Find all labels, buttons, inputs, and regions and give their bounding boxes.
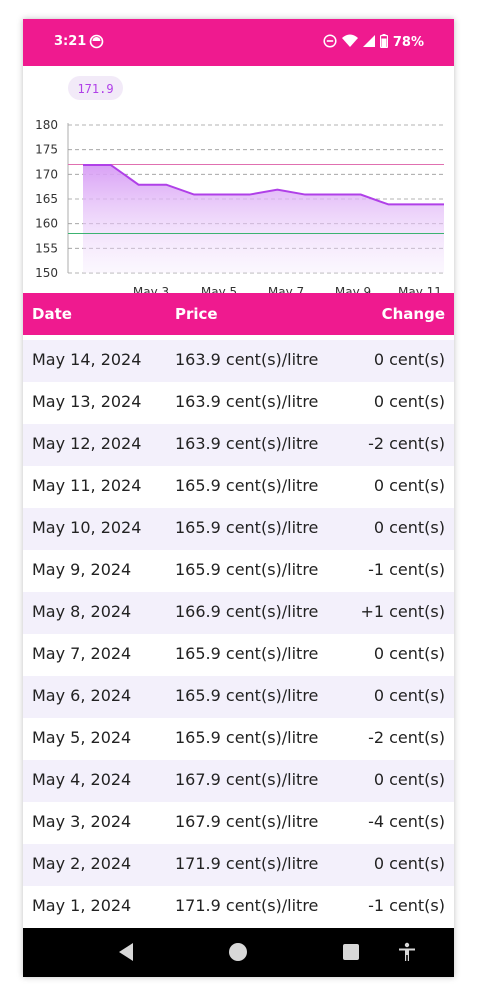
- row-date: May 5, 2024: [32, 728, 132, 747]
- status-bar: 3:21 78%: [23, 19, 454, 66]
- row-date: May 7, 2024: [32, 644, 132, 663]
- row-price: 171.9 cent(s)/litre: [175, 896, 319, 915]
- x-tick-label: May 3: [133, 285, 169, 293]
- row-date: May 12, 2024: [32, 434, 142, 453]
- row-date: May 1, 2024: [32, 896, 132, 915]
- row-change: 0 cent(s): [373, 518, 445, 537]
- row-date: May 14, 2024: [32, 350, 142, 369]
- column-header-change[interactable]: Change: [382, 305, 445, 323]
- y-tick-label: 180: [35, 118, 58, 132]
- accessibility-icon[interactable]: [398, 942, 416, 966]
- row-price: 163.9 cent(s)/litre: [175, 434, 319, 453]
- table-row[interactable]: May 2, 2024 171.9 cent(s)/litre 0 cent(s): [23, 844, 454, 886]
- row-date: May 11, 2024: [32, 476, 142, 495]
- y-tick-label: 150: [35, 266, 58, 280]
- table-row[interactable]: May 12, 2024 163.9 cent(s)/litre -2 cent(s…: [23, 424, 454, 466]
- row-price: 163.9 cent(s)/litre: [175, 392, 319, 411]
- row-change: -1 cent(s): [368, 896, 445, 915]
- table-row[interactable]: May 8, 2024 166.9 cent(s)/litre +1 cent(s): [23, 592, 454, 634]
- row-price: 165.9 cent(s)/litre: [175, 476, 319, 495]
- status-icons: 78%: [323, 33, 424, 52]
- table-row[interactable]: May 9, 2024 165.9 cent(s)/litre -1 cent(s): [23, 550, 454, 592]
- table-header: Date Price Change: [23, 293, 454, 335]
- table-row[interactable]: May 14, 2024 163.9 cent(s)/litre 0 cent(s): [23, 340, 454, 382]
- row-change: -4 cent(s): [368, 812, 445, 831]
- row-change: 0 cent(s): [373, 686, 445, 705]
- row-price: 166.9 cent(s)/litre: [175, 602, 319, 621]
- y-tick-label: 165: [35, 192, 58, 206]
- row-change: 0 cent(s): [373, 770, 445, 789]
- x-tick-label: May 9: [335, 285, 371, 293]
- row-change: 0 cent(s): [373, 392, 445, 411]
- table-row[interactable]: May 1, 2024 171.9 cent(s)/litre -1 cent(s): [23, 886, 454, 928]
- back-icon[interactable]: [117, 942, 135, 966]
- home-icon[interactable]: [228, 942, 248, 966]
- row-change: 0 cent(s): [373, 476, 445, 495]
- area-fill: [83, 164, 444, 273]
- row-price: 167.9 cent(s)/litre: [175, 770, 319, 789]
- wifi-icon: [341, 33, 358, 52]
- battery-percent: 78%: [392, 35, 424, 50]
- table-row[interactable]: May 6, 2024 165.9 cent(s)/litre 0 cent(s): [23, 676, 454, 718]
- recents-icon[interactable]: [343, 944, 359, 964]
- chart-tooltip: 171.9: [68, 76, 123, 100]
- y-tick-label: 175: [35, 143, 58, 157]
- row-date: May 10, 2024: [32, 518, 142, 537]
- row-price: 163.9 cent(s)/litre: [175, 350, 319, 369]
- battery-icon: [379, 33, 388, 52]
- row-price: 165.9 cent(s)/litre: [175, 728, 319, 747]
- table-row[interactable]: May 13, 2024 163.9 cent(s)/litre 0 cent(s): [23, 382, 454, 424]
- row-price: 165.9 cent(s)/litre: [175, 644, 319, 663]
- table-row[interactable]: May 5, 2024 165.9 cent(s)/litre -2 cent(s): [23, 718, 454, 760]
- table-row[interactable]: May 3, 2024 167.9 cent(s)/litre -4 cent(s): [23, 802, 454, 844]
- y-tick-label: 170: [35, 167, 58, 181]
- phone-screen: 3:21 78% 180 175 170 165 160 155 150 ...…: [23, 19, 454, 977]
- row-change: -2 cent(s): [368, 434, 445, 453]
- status-time: 3:21: [54, 34, 87, 49]
- x-tick-label: ...: [74, 285, 85, 293]
- row-date: May 13, 2024: [32, 392, 142, 411]
- row-price: 167.9 cent(s)/litre: [175, 812, 319, 831]
- row-change: -1 cent(s): [368, 560, 445, 579]
- table-row[interactable]: May 7, 2024 165.9 cent(s)/litre 0 cent(s): [23, 634, 454, 676]
- x-tick-label: May 5: [201, 285, 237, 293]
- chart-canvas[interactable]: 180 175 170 165 160 155 150 ... May 3 May 5 May 7…: [23, 66, 454, 293]
- row-change: 0 cent(s): [373, 350, 445, 369]
- table-row[interactable]: May 4, 2024 167.9 cent(s)/litre 0 cent(s): [23, 760, 454, 802]
- row-change: 0 cent(s): [373, 644, 445, 663]
- column-header-date[interactable]: Date: [32, 305, 72, 323]
- price-chart[interactable]: 180 175 170 165 160 155 150 ... May 3 May 5 May 7…: [23, 66, 454, 293]
- chart-tooltip-value: 171.9: [77, 82, 113, 96]
- column-header-price[interactable]: Price: [175, 305, 218, 323]
- row-price: 165.9 cent(s)/litre: [175, 686, 319, 705]
- table-row[interactable]: May 11, 2024 165.9 cent(s)/litre 0 cent(s): [23, 466, 454, 508]
- row-change: +1 cent(s): [360, 602, 445, 621]
- price-table: May 14, 2024 163.9 cent(s)/litre 0 cent(s)…: [23, 340, 454, 928]
- row-change: 0 cent(s): [373, 854, 445, 873]
- row-date: May 6, 2024: [32, 686, 132, 705]
- row-date: May 2, 2024: [32, 854, 132, 873]
- row-date: May 4, 2024: [32, 770, 132, 789]
- face-icon: [89, 34, 104, 49]
- x-tick-label: May 7: [268, 285, 304, 293]
- row-date: May 9, 2024: [32, 560, 132, 579]
- do-not-disturb-icon: [323, 33, 337, 52]
- row-price: 165.9 cent(s)/litre: [175, 560, 319, 579]
- row-price: 171.9 cent(s)/litre: [175, 854, 319, 873]
- signal-icon: [362, 33, 375, 52]
- row-date: May 8, 2024: [32, 602, 132, 621]
- row-price: 165.9 cent(s)/litre: [175, 518, 319, 537]
- navigation-bar: [23, 928, 454, 977]
- y-tick-label: 155: [35, 241, 58, 255]
- row-date: May 3, 2024: [32, 812, 132, 831]
- y-tick-label: 160: [35, 217, 58, 231]
- table-row[interactable]: May 10, 2024 165.9 cent(s)/litre 0 cent(s): [23, 508, 454, 550]
- x-tick-label: May 11: [398, 285, 442, 293]
- row-change: -2 cent(s): [368, 728, 445, 747]
